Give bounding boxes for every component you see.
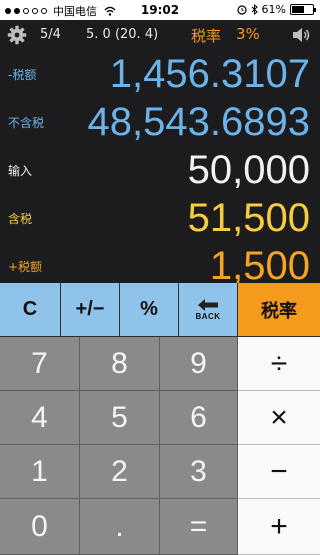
- row-label: 含税: [8, 212, 33, 226]
- alarm-icon: [236, 5, 247, 15]
- decimal-point-button[interactable]: .: [80, 499, 160, 555]
- back-button[interactable]: BACK: [179, 283, 238, 337]
- row-input: 输入 50,000: [0, 146, 320, 194]
- row-including-tax: 含税 51,500: [0, 194, 320, 242]
- equals-button[interactable]: =: [160, 499, 238, 555]
- row-value: 50,000: [187, 148, 310, 192]
- multiply-button[interactable]: ×: [238, 391, 320, 445]
- battery-fill: [292, 6, 305, 13]
- digit-0-button[interactable]: 0: [0, 499, 80, 555]
- row-excluding-tax: 不含税 48,543.6893: [0, 98, 320, 146]
- row-label: 输入: [8, 164, 33, 178]
- page-indicator: 5/4: [40, 27, 61, 42]
- sign-toggle-button[interactable]: +/−: [61, 283, 120, 337]
- digit-2-button[interactable]: 2: [80, 445, 160, 499]
- calculator-display: 5/4 5. 0 (20. 4) 税率 3% -税额 1,456.3107 不含…: [0, 20, 320, 283]
- clear-button[interactable]: C: [0, 283, 61, 337]
- row-label: 不含税: [8, 116, 45, 130]
- digit-3-button[interactable]: 3: [160, 445, 238, 499]
- digit-7-button[interactable]: 7: [0, 337, 80, 391]
- row-value: 51,500: [187, 196, 310, 240]
- row-tax-subtract: -税额 1,456.3107: [0, 50, 320, 98]
- rate-info: 5. 0 (20. 4): [86, 27, 159, 42]
- back-label: BACK: [195, 311, 221, 321]
- row-label: -税额: [8, 68, 37, 82]
- digit-6-button[interactable]: 6: [160, 391, 238, 445]
- row-value: 1,456.3107: [109, 52, 310, 96]
- percent-button[interactable]: %: [120, 283, 179, 337]
- digit-1-button[interactable]: 1: [0, 445, 80, 499]
- divide-button[interactable]: ÷: [238, 337, 320, 391]
- digit-4-button[interactable]: 4: [0, 391, 80, 445]
- add-button[interactable]: +: [238, 499, 320, 555]
- row-value: 48,543.6893: [87, 100, 310, 144]
- status-right: 61%: [236, 3, 316, 16]
- tax-rate-value[interactable]: 3%: [236, 25, 260, 43]
- digit-8-button[interactable]: 8: [80, 337, 160, 391]
- display-header: 5/4 5. 0 (20. 4) 税率 3%: [0, 20, 320, 50]
- speaker-icon[interactable]: [291, 27, 311, 43]
- bluetooth-icon: [251, 4, 258, 15]
- gear-icon[interactable]: [7, 25, 27, 45]
- row-label: +税额: [8, 260, 43, 274]
- back-arrow-icon: [198, 298, 218, 311]
- row-tax-add: +税额 1,500: [0, 242, 320, 283]
- battery-icon: [290, 4, 316, 15]
- battery-percent: 61%: [261, 3, 286, 16]
- tax-rate-button[interactable]: 税率: [238, 283, 320, 337]
- tax-rate-label: 税率: [191, 27, 222, 45]
- digit-9-button[interactable]: 9: [160, 337, 238, 391]
- digit-5-button[interactable]: 5: [80, 391, 160, 445]
- keypad: C +/− % BACK 税率 7 8 9 ÷ 4 5 6 × 1 2 3 − …: [0, 283, 320, 555]
- subtract-button[interactable]: −: [238, 445, 320, 499]
- row-value: 1,500: [209, 244, 310, 283]
- status-bar: 中国电信 19:02 61%: [0, 0, 320, 20]
